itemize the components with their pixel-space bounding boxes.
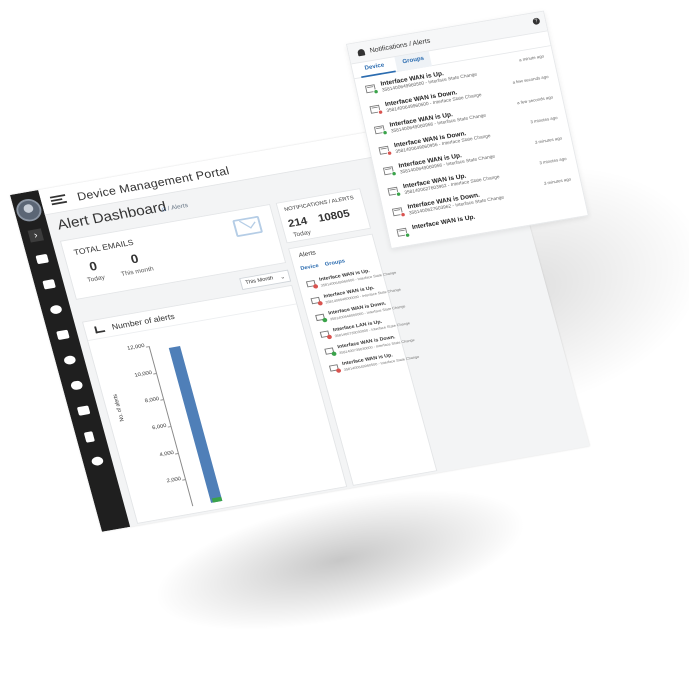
anchor-icon[interactable] <box>90 455 105 467</box>
cloud-icon[interactable] <box>69 380 84 391</box>
envelope-icon <box>232 215 264 238</box>
status-dot <box>331 351 337 357</box>
notifications-today-value: 214 <box>286 214 309 230</box>
grid-icon[interactable] <box>35 253 50 265</box>
chart-plot-area: No. of alerts 2,000 4,000 6,000 8,000 10,000… <box>113 321 333 507</box>
notification-time: a minute ago <box>518 54 545 64</box>
period-select-value: This Month <box>244 275 275 286</box>
active-tab-indicator <box>361 70 396 78</box>
alerts-tabs: Device Groups <box>300 259 346 272</box>
status-dot <box>321 317 328 323</box>
sidebar-toggle-button[interactable]: › <box>27 228 44 243</box>
alerts-title: Alerts <box>298 249 317 259</box>
status-dot <box>404 232 411 239</box>
status-dot <box>372 88 380 95</box>
status-dot <box>317 300 324 306</box>
y-tick-label: 12,000 <box>126 343 146 352</box>
y-tick-label: 4,000 <box>159 450 175 458</box>
menu-icon[interactable] <box>49 194 68 206</box>
chart-title: Number of alerts <box>110 311 176 332</box>
building-icon[interactable] <box>83 431 95 443</box>
status-dot <box>399 211 407 218</box>
bar-chart-icon <box>94 325 106 334</box>
status-dot <box>390 170 398 177</box>
inbox-icon[interactable] <box>42 279 56 290</box>
notification-time: 3 minutes ago <box>543 177 572 187</box>
y-tick-label: 10,000 <box>134 370 153 379</box>
notifications-summary-card: NOTIFICATIONS / ALERTS 214 Today 10805 <box>275 188 372 244</box>
avatar[interactable] <box>13 197 45 224</box>
home-icon[interactable]: ⌂ <box>160 205 167 213</box>
notification-time: 3 minutes ago <box>538 156 568 167</box>
chart-bar[interactable] <box>211 496 223 503</box>
nodes-icon[interactable] <box>49 304 63 315</box>
status-dot <box>381 129 389 136</box>
help-icon[interactable]: ? <box>532 17 541 26</box>
status-dot <box>312 283 319 289</box>
tab-device[interactable]: Device <box>364 62 385 71</box>
notification-time: 3 minutes ago <box>534 136 563 146</box>
breadcrumb-current: / Alerts <box>167 202 189 213</box>
notifications-today-label: Today <box>292 229 312 239</box>
y-tick-label: 8,000 <box>144 396 160 405</box>
tools-icon[interactable] <box>76 405 91 416</box>
tab-groups-small[interactable]: Groups <box>324 259 345 268</box>
notification-time: 3 minutes ago <box>529 115 559 126</box>
status-dot <box>395 191 402 198</box>
chevron-down-icon: ⌄ <box>279 274 286 281</box>
total-emails-label: TOTAL EMAILS <box>72 237 135 257</box>
users-icon[interactable] <box>56 329 70 341</box>
settings-icon[interactable] <box>63 354 77 366</box>
y-axis-label: No. of alerts <box>112 393 126 422</box>
y-tick-label: 2,000 <box>166 476 182 485</box>
emails-today-label: Today <box>86 274 106 284</box>
status-dot <box>377 109 384 116</box>
notifications-popup: Notifications / Alerts ? Device Groups I… <box>346 10 589 250</box>
emails-today-value: 0 <box>87 258 99 274</box>
status-dot <box>386 150 393 157</box>
notifications-month-value: 10805 <box>316 207 352 225</box>
tab-device-small[interactable]: Device <box>300 263 320 271</box>
status-dot <box>335 368 342 374</box>
app-title: Device Management Portal <box>75 163 231 204</box>
emails-month-value: 0 <box>128 251 140 267</box>
status-dot <box>326 334 333 340</box>
emails-month-label: This month <box>120 266 155 278</box>
bell-icon <box>357 48 366 57</box>
y-tick-label: 6,000 <box>151 423 168 432</box>
